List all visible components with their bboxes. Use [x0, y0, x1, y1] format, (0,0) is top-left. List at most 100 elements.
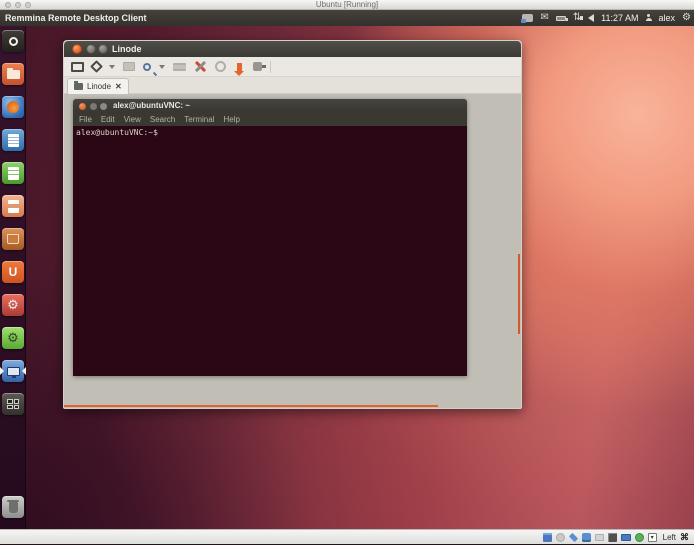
user-icon[interactable]	[646, 15, 652, 21]
zoom-icon[interactable]	[143, 63, 151, 71]
features-icon[interactable]	[635, 533, 644, 542]
plug-icon[interactable]	[253, 62, 262, 71]
launcher-item-system-settings[interactable]: ⚙	[2, 294, 24, 316]
remmina-tabbar: Linode ✕	[64, 77, 521, 94]
shell-prompt: alex@ubuntuVNC:~$	[76, 128, 158, 137]
username-label[interactable]: alex	[659, 13, 676, 23]
ubuntu-menubar: Remmina Remote Desktop Client ✉ ⇅ 11:27 …	[0, 10, 694, 26]
host-window-titlebar[interactable]: Ubuntu [Running]	[0, 0, 694, 10]
launcher-item-remmina[interactable]	[2, 360, 24, 382]
ubuntu-one-letter: U	[9, 265, 18, 279]
remmina-titlebar[interactable]: Linode	[64, 41, 521, 57]
minimize-window-button[interactable]	[15, 2, 21, 8]
remmina-toolbar	[64, 57, 521, 77]
shared-folders-icon[interactable]	[595, 534, 604, 541]
impress-presentation-icon	[8, 200, 19, 213]
mail-icon[interactable]: ✉	[540, 10, 548, 26]
vbox-statusbar-icons: ▾ Left ⌘	[543, 530, 689, 545]
active-app-arrow-left	[0, 367, 4, 375]
host-key-symbol: ⌘	[680, 532, 689, 543]
launcher-item-ubuntu-one[interactable]: U	[2, 261, 24, 283]
launcher-item-software-updater[interactable]: ⚙	[2, 327, 24, 349]
keyboard-grab-icon	[173, 63, 186, 71]
terminal-title: alex@ubuntuVNC: ~	[113, 99, 190, 113]
updater-gear-icon: ⚙	[7, 330, 19, 346]
terminal-minimize-button[interactable]	[90, 103, 97, 110]
terminal-titlebar[interactable]: alex@ubuntuVNC: ~	[73, 99, 467, 113]
vnc-viewport[interactable]: alex@ubuntuVNC: ~ File Edit View Search …	[64, 94, 521, 408]
disconnect-icon[interactable]	[237, 63, 242, 71]
input-method-icon[interactable]	[522, 14, 533, 22]
launcher-item-trash[interactable]	[2, 496, 24, 518]
menu-edit[interactable]: Edit	[101, 115, 115, 124]
network-icon[interactable]	[608, 533, 617, 542]
settings-gear-icon: ⚙	[7, 297, 19, 313]
display-icon[interactable]	[621, 534, 631, 541]
zoom-window-button[interactable]	[25, 2, 31, 8]
launcher-item-software-center[interactable]	[2, 228, 24, 250]
unity-launcher: U ⚙ ⚙	[0, 26, 26, 529]
resize-dropdown-icon[interactable]	[109, 65, 115, 69]
shopping-bag-icon	[7, 234, 19, 244]
menu-terminal[interactable]: Terminal	[184, 115, 214, 124]
terminal-menubar: File Edit View Search Terminal Help	[73, 113, 467, 126]
connection-folder-icon	[74, 83, 83, 90]
launcher-item-files[interactable]	[2, 63, 24, 85]
menu-view[interactable]: View	[124, 115, 141, 124]
remote-artifact-hline	[64, 405, 438, 407]
cdrom-icon[interactable]	[556, 533, 565, 542]
close-button[interactable]	[72, 44, 82, 54]
menu-search[interactable]: Search	[150, 115, 175, 124]
launcher-item-libreoffice-impress[interactable]	[2, 195, 24, 217]
zoom-dropdown-icon[interactable]	[159, 65, 165, 69]
menu-file[interactable]: File	[79, 115, 92, 124]
traffic-lights	[5, 2, 31, 8]
vm-window-title: Ubuntu [Running]	[0, 0, 694, 10]
menu-help[interactable]: Help	[223, 115, 239, 124]
mouse-integration-icon[interactable]: ▾	[648, 533, 657, 542]
clock[interactable]: 11:27 AM	[601, 13, 638, 23]
launcher-item-dash-home[interactable]	[2, 30, 24, 52]
remmina-window: Linode Linode ✕ alex@ubun	[63, 40, 522, 409]
indicator-area: ✉ ⇅ 11:27 AM alex ⚙	[522, 10, 691, 26]
tab-close-icon[interactable]: ✕	[115, 82, 122, 91]
folder-icon	[7, 70, 20, 79]
fullscreen-icon[interactable]	[71, 62, 84, 72]
firefox-icon	[7, 101, 19, 113]
session-gear-icon[interactable]: ⚙	[682, 10, 691, 26]
launcher-item-workspace-switcher[interactable]	[2, 393, 24, 415]
terminal-maximize-button[interactable]	[100, 103, 107, 110]
toolbar-separator	[270, 61, 271, 73]
hdd-icon[interactable]	[543, 533, 552, 542]
terminal-body[interactable]: alex@ubuntuVNC:~$	[73, 126, 467, 376]
launcher-item-libreoffice-writer[interactable]	[2, 129, 24, 151]
settings-icon	[215, 61, 226, 72]
tab-label: Linode	[87, 82, 111, 91]
active-app-arrow-right	[22, 367, 26, 375]
audio-icon[interactable]	[569, 533, 578, 542]
tab-linode[interactable]: Linode ✕	[67, 78, 129, 94]
workspace-grid-icon	[7, 399, 19, 409]
remmina-monitor-icon	[7, 367, 20, 376]
maximize-button[interactable]	[98, 44, 108, 54]
battery-icon[interactable]	[556, 16, 566, 21]
remote-artifact-right-segment	[518, 254, 520, 334]
calc-spreadsheet-icon	[8, 167, 19, 180]
usb-icon[interactable]	[582, 533, 591, 542]
remmina-window-title: Linode	[112, 41, 142, 57]
volume-icon[interactable]	[588, 14, 594, 22]
ubuntu-logo-icon	[9, 37, 18, 46]
remote-terminal-window: alex@ubuntuVNC: ~ File Edit View Search …	[73, 99, 467, 376]
trash-icon	[9, 502, 18, 513]
minimize-button[interactable]	[86, 44, 96, 54]
writer-document-icon	[8, 134, 19, 147]
vbox-statusbar: ▾ Left ⌘	[0, 529, 694, 544]
terminal-close-button[interactable]	[79, 103, 86, 110]
focused-app-title: Remmina Remote Desktop Client	[5, 10, 147, 26]
launcher-item-libreoffice-calc[interactable]	[2, 162, 24, 184]
launcher-item-firefox[interactable]	[2, 96, 24, 118]
close-window-button[interactable]	[5, 2, 11, 8]
screenshot-icon	[123, 62, 135, 71]
resize-window-icon[interactable]	[90, 60, 103, 73]
tools-icon[interactable]	[194, 60, 207, 73]
